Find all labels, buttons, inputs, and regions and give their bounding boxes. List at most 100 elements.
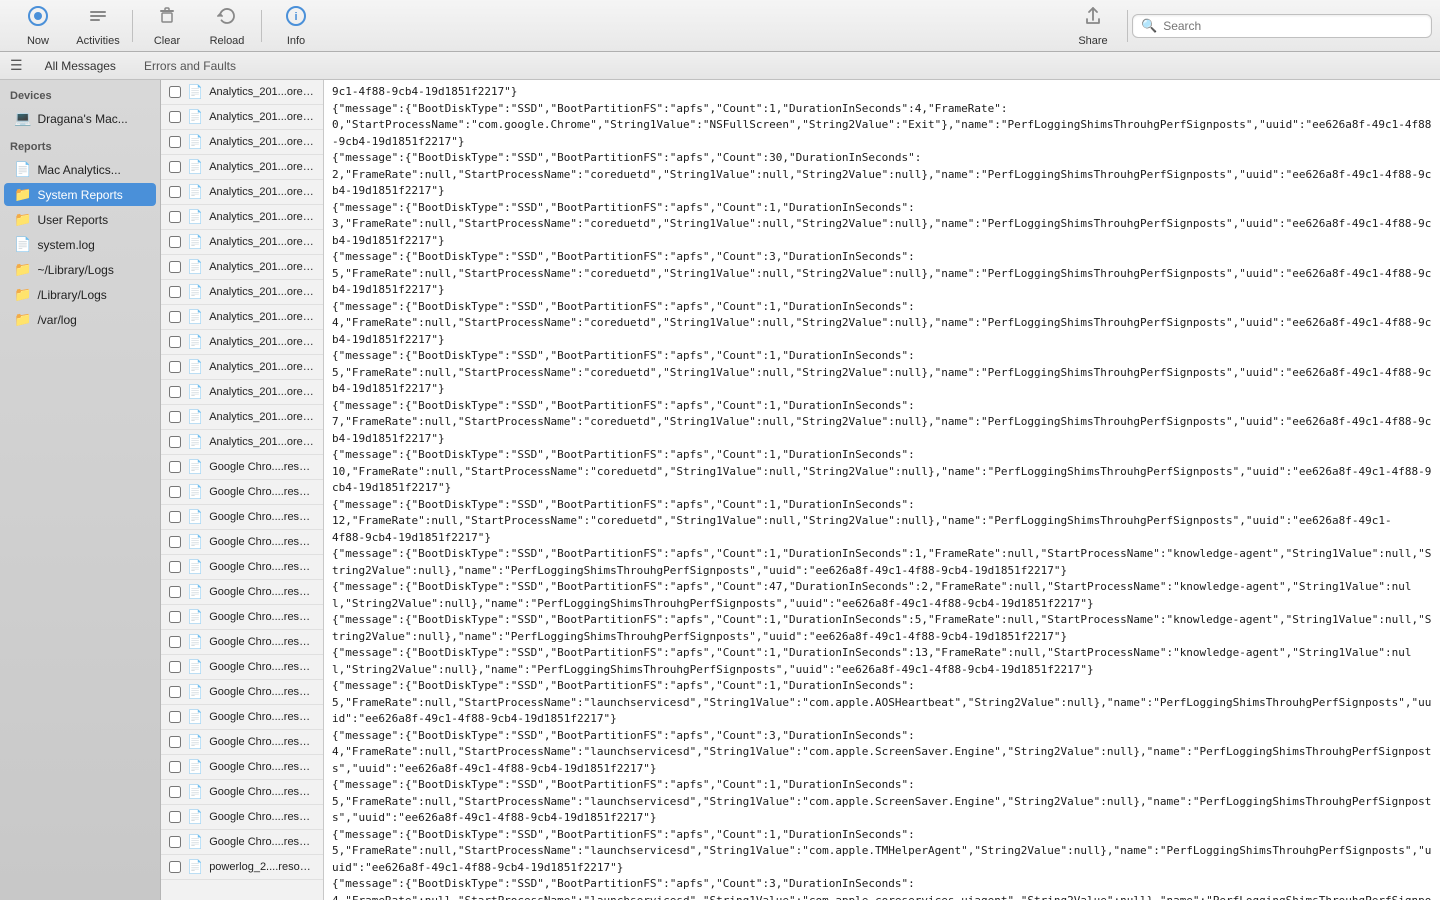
- file-checkbox[interactable]: [169, 661, 181, 673]
- file-list-item[interactable]: 📄 Analytics_201...ore_analytics: [161, 355, 323, 380]
- file-checkbox[interactable]: [169, 486, 181, 498]
- file-checkbox[interactable]: [169, 686, 181, 698]
- file-type-icon: 📄: [187, 684, 203, 700]
- file-list-item[interactable]: 📄 Google Chro....resource.diag: [161, 605, 323, 630]
- file-checkbox[interactable]: [169, 511, 181, 523]
- search-input[interactable]: [1163, 19, 1423, 33]
- sidebar-item-user-library-logs[interactable]: 📁 ~/Library/Logs: [4, 258, 156, 281]
- file-checkbox[interactable]: [169, 386, 181, 398]
- file-type-icon: 📄: [187, 584, 203, 600]
- file-type-icon: 📄: [187, 184, 203, 200]
- file-checkbox[interactable]: [169, 86, 181, 98]
- file-list-item[interactable]: 📄 Google Chro....resource.diag: [161, 480, 323, 505]
- file-checkbox[interactable]: [169, 111, 181, 123]
- file-checkbox[interactable]: [169, 536, 181, 548]
- file-checkbox[interactable]: [169, 136, 181, 148]
- file-checkbox[interactable]: [169, 586, 181, 598]
- clear-button[interactable]: Clear: [137, 1, 197, 51]
- file-list-item[interactable]: 📄 Analytics_201...ore_analytics: [161, 130, 323, 155]
- sidebar-item-draganas-mac[interactable]: 💻 Dragana's Mac...: [4, 107, 156, 130]
- file-checkbox[interactable]: [169, 636, 181, 648]
- file-list-item[interactable]: 📄 Google Chro....resource.diag: [161, 505, 323, 530]
- file-type-icon: 📄: [187, 109, 203, 125]
- sidebar-item-system-log[interactable]: 📄 system.log: [4, 233, 156, 256]
- text-content[interactable]: 9c1-4f88-9cb4-19d1851f2217"} {"message":…: [324, 80, 1440, 900]
- sidebar-item-var-log[interactable]: 📁 /var/log: [4, 308, 156, 331]
- file-list-item[interactable]: 📄 Google Chro....resource.diag: [161, 555, 323, 580]
- now-button[interactable]: Now: [8, 1, 68, 51]
- file-type-icon: 📄: [187, 284, 203, 300]
- file-list-item[interactable]: 📄 powerlog_2....resource.diag: [161, 855, 323, 880]
- info-button[interactable]: i Info: [266, 1, 326, 51]
- file-name-label: Analytics_201...ore_analytics: [209, 386, 315, 398]
- file-list-item[interactable]: 📄 Analytics_201...ore_analytics: [161, 305, 323, 330]
- file-list-item[interactable]: 📄 Analytics_201...ore_analytics: [161, 80, 323, 105]
- info-icon: i: [285, 5, 307, 33]
- file-checkbox[interactable]: [169, 411, 181, 423]
- file-list-item[interactable]: 📄 Google Chro....resource.diag: [161, 730, 323, 755]
- file-list-item[interactable]: 📄 Google Chro....resource.diag: [161, 830, 323, 855]
- file-icon: 📄: [14, 236, 31, 253]
- filter-errors-faults[interactable]: Errors and Faults: [138, 57, 242, 75]
- file-checkbox[interactable]: [169, 436, 181, 448]
- sidebar-item-mac-analytics[interactable]: 📄 Mac Analytics...: [4, 158, 156, 181]
- file-list-item[interactable]: 📄 Analytics_201...ore_analytics: [161, 105, 323, 130]
- file-checkbox[interactable]: [169, 186, 181, 198]
- file-checkbox[interactable]: [169, 236, 181, 248]
- file-checkbox[interactable]: [169, 761, 181, 773]
- file-list-item[interactable]: 📄 Analytics_201...ore_analytics: [161, 280, 323, 305]
- sidebar-item-user-reports[interactable]: 📁 User Reports: [4, 208, 156, 231]
- reload-button[interactable]: Reload: [197, 1, 257, 51]
- file-list-item[interactable]: 📄 Analytics_201...ore_analytics: [161, 405, 323, 430]
- file-checkbox[interactable]: [169, 711, 181, 723]
- file-name-label: Analytics_201...ore_analytics: [209, 111, 315, 123]
- search-bar: 🔍: [1132, 14, 1432, 38]
- file-checkbox[interactable]: [169, 286, 181, 298]
- file-checkbox[interactable]: [169, 311, 181, 323]
- file-checkbox[interactable]: [169, 336, 181, 348]
- share-button[interactable]: Share: [1063, 1, 1123, 51]
- file-list-item[interactable]: 📄 Google Chro....resource.diag: [161, 680, 323, 705]
- file-checkbox[interactable]: [169, 736, 181, 748]
- file-type-icon: 📄: [187, 334, 203, 350]
- file-name-label: Analytics_201...ore_analytics: [209, 311, 315, 323]
- file-list-item[interactable]: 📄 Analytics_201...ore_analytics: [161, 180, 323, 205]
- file-list-item[interactable]: 📄 Google Chro....resource.diag: [161, 780, 323, 805]
- file-list-item[interactable]: 📄 Analytics_201...ore_analytics: [161, 430, 323, 455]
- computer-icon: 💻: [14, 110, 31, 127]
- filter-bar: ☰ All Messages Errors and Faults: [0, 52, 1440, 80]
- file-type-icon: 📄: [187, 509, 203, 525]
- sidebar-item-system-reports[interactable]: 📁 System Reports: [4, 183, 156, 206]
- file-checkbox[interactable]: [169, 211, 181, 223]
- file-checkbox[interactable]: [169, 161, 181, 173]
- file-list-item[interactable]: 📄 Analytics_201...ore_analytics: [161, 380, 323, 405]
- file-list-item[interactable]: 📄 Google Chro....resource.diag: [161, 755, 323, 780]
- file-list-item[interactable]: 📄 Analytics_201...ore_analytics: [161, 255, 323, 280]
- file-checkbox[interactable]: [169, 261, 181, 273]
- file-list-item[interactable]: 📄 Google Chro....resource.diag: [161, 580, 323, 605]
- file-list-item[interactable]: 📄 Google Chro....resource.diag: [161, 805, 323, 830]
- file-list-item[interactable]: 📄 Analytics_201...ore_analytics: [161, 155, 323, 180]
- file-checkbox[interactable]: [169, 561, 181, 573]
- file-list-item[interactable]: 📄 Google Chro....resource.diag: [161, 455, 323, 480]
- activities-button[interactable]: Activities: [68, 1, 128, 51]
- file-checkbox[interactable]: [169, 861, 181, 873]
- file-list-item[interactable]: 📄 Google Chro....resource.diag: [161, 630, 323, 655]
- file-list-item[interactable]: 📄 Analytics_201...ore_analytics: [161, 230, 323, 255]
- now-icon: [27, 5, 49, 33]
- file-checkbox[interactable]: [169, 611, 181, 623]
- file-list-item[interactable]: 📄 Analytics_201...ore_analytics: [161, 330, 323, 355]
- file-list-item[interactable]: 📄 Google Chro....resource.diag: [161, 655, 323, 680]
- file-list-item[interactable]: 📄 Google Chro....resource.diag: [161, 530, 323, 555]
- file-checkbox[interactable]: [169, 361, 181, 373]
- file-checkbox[interactable]: [169, 786, 181, 798]
- file-checkbox[interactable]: [169, 461, 181, 473]
- file-checkbox[interactable]: [169, 811, 181, 823]
- file-list-item[interactable]: 📄 Analytics_201...ore_analytics: [161, 205, 323, 230]
- file-checkbox[interactable]: [169, 836, 181, 848]
- file-list-item[interactable]: 📄 Google Chro....resource.diag: [161, 705, 323, 730]
- filter-all-messages[interactable]: All Messages: [39, 57, 122, 75]
- sidebar-item-library-logs[interactable]: 📁 /Library/Logs: [4, 283, 156, 306]
- sidebar-toggle[interactable]: ☰: [10, 57, 23, 74]
- file-type-icon: 📄: [187, 259, 203, 275]
